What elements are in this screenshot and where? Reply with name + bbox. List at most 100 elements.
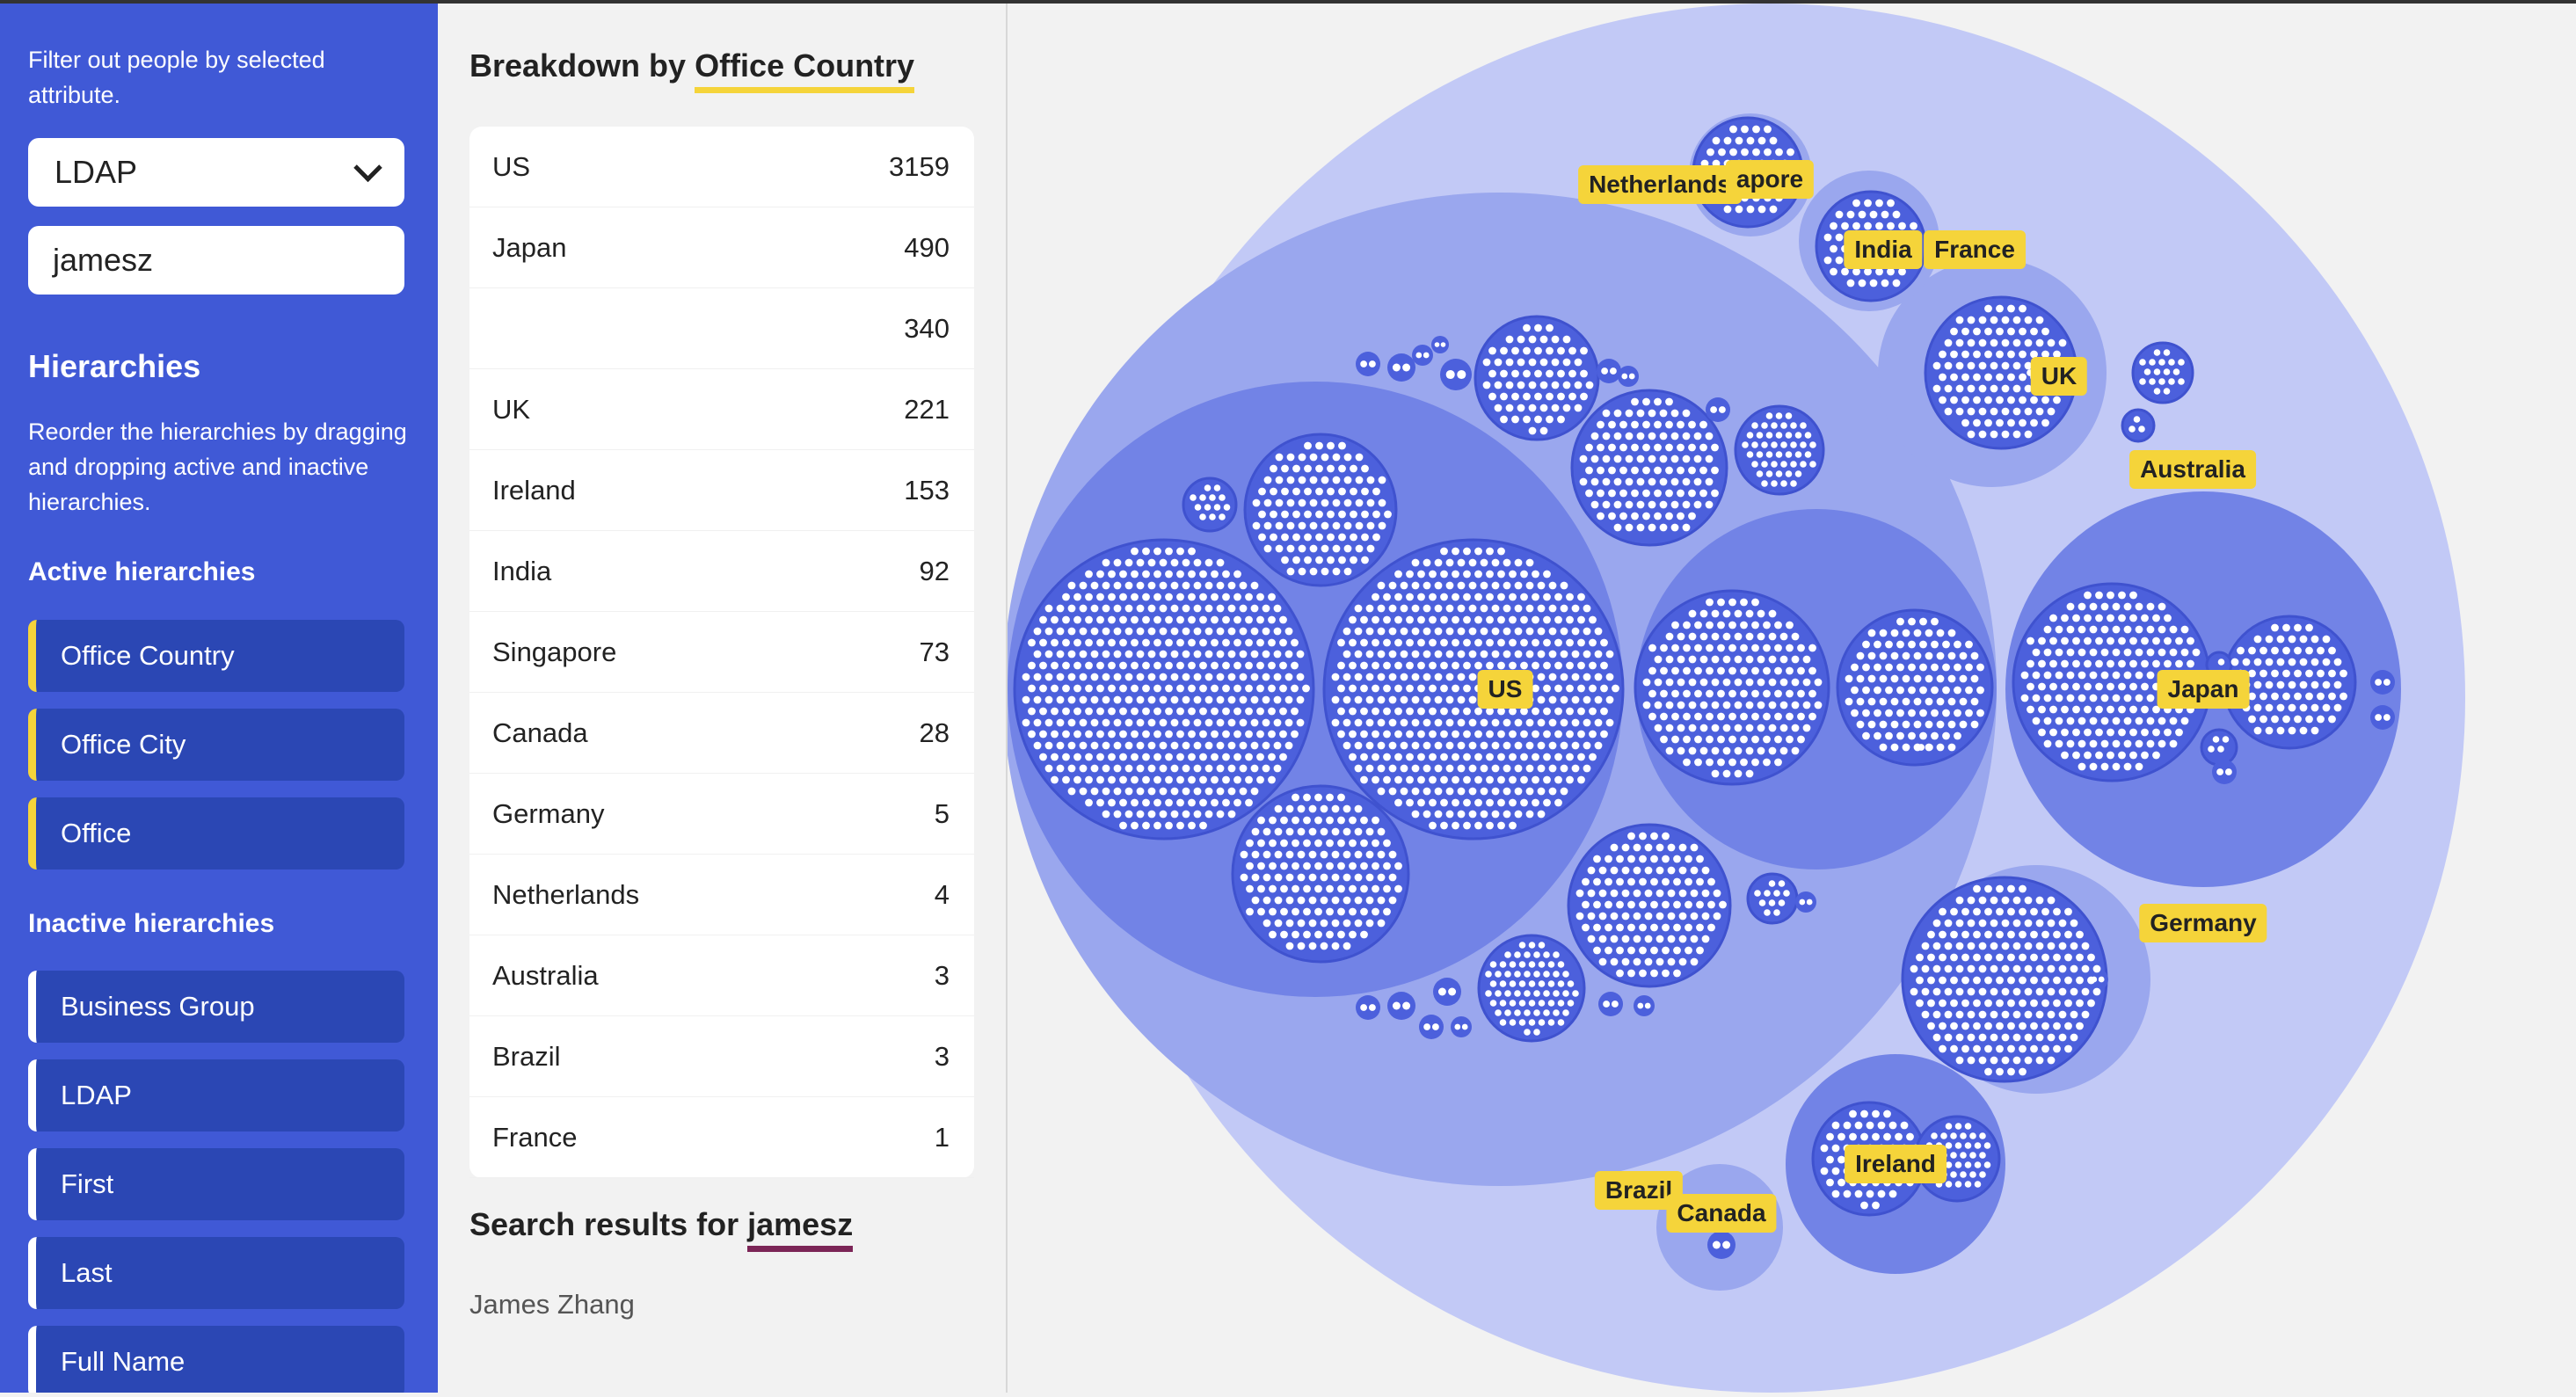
inactive-hierarchy-ldap[interactable]: LDAP [28,1059,404,1131]
breakdown-row-count: 1 [934,1121,950,1153]
hierarchy-label: Office Country [61,640,235,671]
small-circle[interactable] [1387,992,1415,1020]
leaf-circle[interactable] [1634,589,1830,786]
breakdown-panel: Breakdown by Office Country US 3159 Japan 4… [438,4,1008,1393]
circle-pack-chart[interactable]: Netherlands apore India France UK Austra… [1003,4,2576,1393]
leaf-circle[interactable] [2121,408,2156,443]
breakdown-row-name: France [492,1121,578,1153]
breakdown-row[interactable]: UK 221 [469,369,974,450]
breakdown-row[interactable]: Germany 5 [469,774,974,855]
chart-label-us[interactable]: US [1477,670,1533,709]
active-hierarchy-office[interactable]: Office [28,797,404,869]
circle-pack-svg[interactable] [1003,4,2576,1393]
chart-label-singapore[interactable]: apore [1725,160,1815,199]
breakdown-title-prefix: Breakdown by [469,47,695,84]
search-results-title: Search results for jamesz [469,1206,854,1252]
hierarchy-label: First [61,1168,114,1199]
active-hierarchy-office-city[interactable]: Office City [28,709,404,781]
breakdown-row-name: Japan [492,231,567,263]
hierarchy-label: Full Name [61,1346,186,1377]
search-results-query: jamesz [747,1206,854,1252]
small-circle[interactable] [1707,1231,1736,1259]
small-circle[interactable] [1597,359,1621,383]
small-circle[interactable] [2370,705,2395,730]
hierarchy-label: Office City [61,729,186,760]
small-circle[interactable] [1795,891,1816,913]
breakdown-row-name: India [492,555,552,586]
breakdown-row[interactable]: India 92 [469,531,974,612]
breakdown-row[interactable]: Canada 28 [469,693,974,774]
sidebar: Filter out people by selected attribute.… [0,4,438,1393]
chart-label-france[interactable]: France [1924,230,2026,269]
breakdown-row[interactable]: US 3159 [469,127,974,207]
search-results-prefix: Search results for [469,1206,748,1242]
hierarchies-heading: Hierarchies [28,348,201,384]
small-circle[interactable] [1412,345,1433,366]
small-circle[interactable] [1356,995,1380,1020]
chart-label-netherlands[interactable]: Netherlands [1578,165,1742,204]
breakdown-row-count: 4 [934,878,950,910]
breakdown-row-count: 5 [934,797,950,829]
breakdown-row-count: 3 [934,1040,950,1072]
breakdown-row-count: 92 [919,555,950,586]
attribute-select[interactable]: LDAP [28,138,404,207]
breakdown-row[interactable]: Netherlands 4 [469,855,974,935]
small-circle[interactable] [1706,397,1730,422]
chart-label-australia[interactable]: Australia [2129,450,2256,489]
small-circle[interactable] [1634,995,1655,1016]
small-circle[interactable] [1419,1015,1444,1039]
small-circle[interactable] [1440,359,1472,390]
chart-label-japan[interactable]: Japan [2157,670,2250,709]
breakdown-row[interactable]: 340 [469,288,974,369]
small-circle[interactable] [1598,992,1623,1016]
breakdown-row-count: 73 [919,636,950,667]
small-circle[interactable] [1618,366,1639,387]
filter-input[interactable]: jamesz [28,226,404,295]
breakdown-row[interactable]: Ireland 153 [469,450,974,531]
small-circle[interactable] [1433,978,1461,1006]
small-circle[interactable] [1356,352,1380,376]
inactive-hierarchy-business-group[interactable]: Business Group [28,971,404,1043]
active-hierarchy-office-country[interactable]: Office Country [28,620,404,692]
small-circle[interactable] [1451,1016,1472,1037]
hierarchy-label: LDAP [61,1080,132,1110]
chart-label-ireland[interactable]: Ireland [1845,1145,1947,1183]
hierarchy-label: Last [61,1257,113,1288]
breakdown-row-count: 490 [904,231,950,263]
breakdown-row[interactable]: Brazil 3 [469,1016,974,1097]
chart-label-india[interactable]: India [1844,230,1923,269]
breakdown-row-count: 3 [934,959,950,991]
hierarchy-label: Office [61,818,132,848]
small-circle[interactable] [1431,336,1449,353]
search-result-item[interactable]: James Zhang [469,1289,635,1321]
breakdown-row-count: 340 [904,312,950,344]
breakdown-table: US 3159 Japan 490 340 UK 221 Ireland 153 India 92 S… [469,127,974,1178]
small-circle[interactable] [2370,670,2395,695]
breakdown-row-name: UK [492,393,531,425]
inactive-hierarchies-heading: Inactive hierarchies [28,909,275,938]
breakdown-row-name: Brazil [492,1040,561,1072]
breakdown-row[interactable]: Japan 490 [469,207,974,288]
breakdown-row-count: 28 [919,717,950,748]
breakdown-row-name: Ireland [492,474,576,506]
chart-label-canada[interactable]: Canada [1666,1194,1777,1233]
chevron-down-icon [353,153,382,182]
small-circle[interactable] [2212,760,2237,784]
breakdown-row-name: Singapore [492,636,617,667]
chart-label-uk[interactable]: UK [2030,357,2088,396]
breakdown-row-count: 221 [904,393,950,425]
inactive-hierarchy-last[interactable]: Last [28,1237,404,1309]
hierarchy-label: Business Group [61,991,255,1022]
breakdown-row[interactable]: Australia 3 [469,935,974,1016]
breakdown-row-name: Netherlands [492,878,640,910]
active-hierarchies-heading: Active hierarchies [28,557,256,586]
small-circle[interactable] [1387,353,1415,382]
leaf-circle[interactable] [2131,341,2194,404]
breakdown-title: Breakdown by Office Country [469,47,915,93]
breakdown-row[interactable]: France 1 [469,1097,974,1178]
chart-label-germany[interactable]: Germany [2139,904,2267,942]
inactive-hierarchy-full-name[interactable]: Full Name [28,1326,404,1393]
breakdown-row[interactable]: Singapore 73 [469,612,974,693]
inactive-hierarchy-first[interactable]: First [28,1148,404,1220]
leaf-circle[interactable] [1734,404,1825,496]
